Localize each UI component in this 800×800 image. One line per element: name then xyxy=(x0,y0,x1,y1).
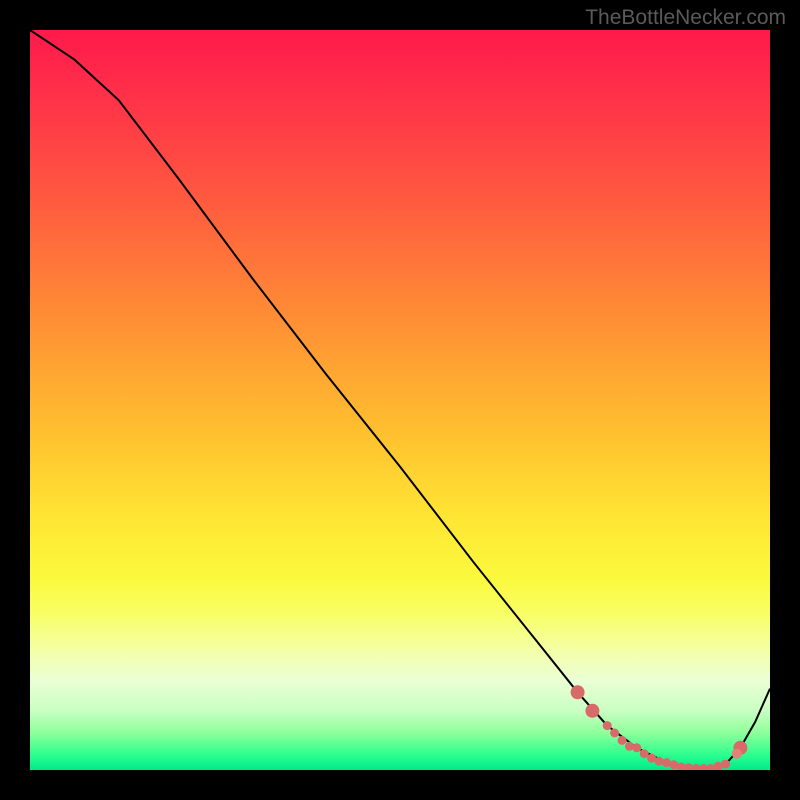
marker-dot xyxy=(585,704,599,718)
marker-dot xyxy=(732,749,742,759)
marker-dot xyxy=(610,729,619,738)
marker-dot xyxy=(571,685,585,699)
marker-dot xyxy=(632,743,641,752)
chart-svg xyxy=(30,30,770,770)
bottleneck-curve xyxy=(30,30,770,769)
marker-dot xyxy=(721,760,730,769)
marker-dot xyxy=(603,721,612,730)
marker-dot xyxy=(618,736,627,745)
watermark-text: TheBottleNecker.com xyxy=(585,6,786,30)
chart-area xyxy=(30,30,770,770)
marker-cluster xyxy=(571,685,748,770)
marker-dot xyxy=(655,757,664,766)
marker-dot xyxy=(625,742,634,751)
